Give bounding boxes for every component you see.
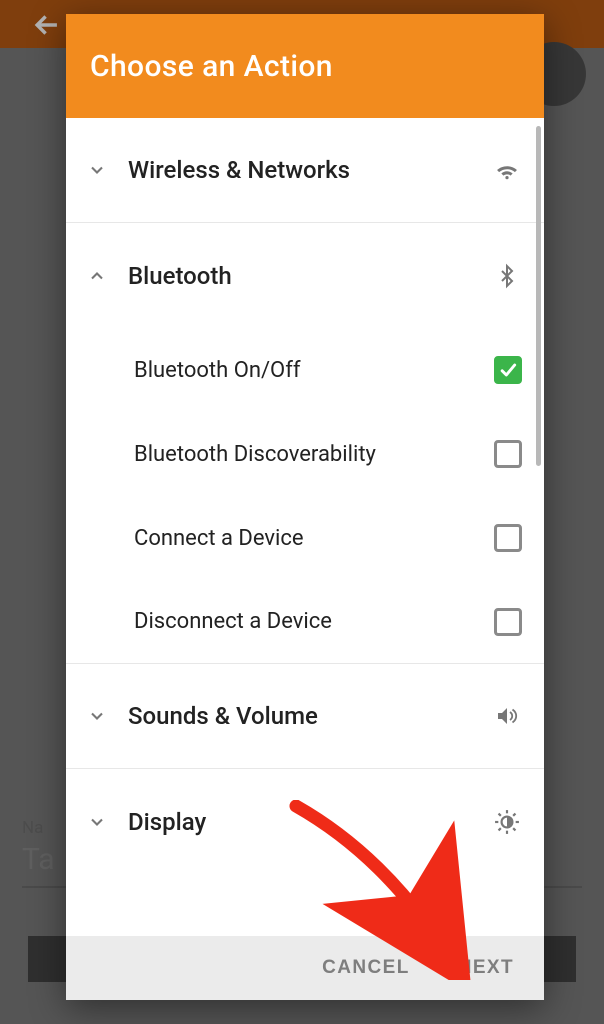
group-bluetooth[interactable]: Bluetooth [66,223,544,328]
group-display[interactable]: Display [66,769,544,874]
group-label: Wireless & Networks [128,156,492,184]
checkbox[interactable] [494,524,522,552]
sub-connect-device[interactable]: Connect a Device [66,496,544,580]
group-sounds[interactable]: Sounds & Volume [66,664,544,769]
sub-bluetooth-onoff[interactable]: Bluetooth On/Off [66,328,544,412]
checkbox[interactable] [494,440,522,468]
chevron-down-icon [82,807,112,837]
group-wireless[interactable]: Wireless & Networks [66,118,544,223]
sub-bluetooth-discoverability[interactable]: Bluetooth Discoverability [66,412,544,496]
next-button[interactable]: NEXT [458,957,514,979]
dialog-title: Choose an Action [90,49,333,84]
brightness-icon [492,809,522,835]
chevron-down-icon [82,155,112,185]
sub-label: Connect a Device [134,526,494,551]
chevron-up-icon [82,261,112,291]
chevron-down-icon [82,701,112,731]
group-label: Bluetooth [128,262,492,290]
choose-action-dialog: Choose an Action Wireless & Networks Blu… [66,14,544,1000]
sub-disconnect-device[interactable]: Disconnect a Device [66,580,544,664]
sub-label: Disconnect a Device [134,609,494,634]
dialog-header: Choose an Action [66,14,544,118]
checkbox-checked[interactable] [494,356,522,384]
wifi-icon [492,157,522,183]
volume-icon [492,704,522,728]
group-label: Display [128,808,492,836]
group-label: Sounds & Volume [128,702,492,730]
action-list[interactable]: Wireless & Networks Bluetooth Bluetooth … [66,118,544,936]
bluetooth-icon [492,262,522,290]
dialog-footer: CANCEL NEXT [66,936,544,1000]
scrollbar-thumb[interactable] [536,126,541,466]
cancel-button[interactable]: CANCEL [322,957,410,979]
sub-label: Bluetooth Discoverability [134,442,494,467]
checkbox[interactable] [494,608,522,636]
sub-label: Bluetooth On/Off [134,358,494,383]
